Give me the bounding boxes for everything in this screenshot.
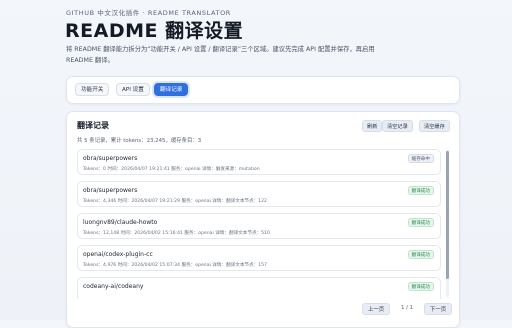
record-repo-name: luongnv89/claude-howto <box>83 219 158 226</box>
record-meta: Tokens：0 时间：2026/04/07 19:21:41 服务：opena… <box>83 167 260 172</box>
prev-page-button[interactable]: 上一页 <box>362 303 391 315</box>
page-description: 将 README 翻译能力拆分为“功能开关 / API 设置 / 翻译记录”三个… <box>66 46 375 64</box>
next-page-button[interactable]: 下一页 <box>424 303 453 315</box>
scrollbar-thumb[interactable] <box>446 151 449 279</box>
records-scrollbar[interactable] <box>446 149 449 297</box>
status-badge: 翻译成功 <box>407 250 434 259</box>
clear-cache-button[interactable]: 清空缓存 <box>419 120 450 132</box>
status-badge: 缓存命中 <box>407 154 434 163</box>
list-item: obra/superpowers Tokens：4,346 时间：2026/04… <box>77 181 441 207</box>
tab-feature-toggle[interactable]: 功能开关 <box>75 83 110 96</box>
tab-api-settings[interactable]: API 设置 <box>116 83 150 96</box>
refresh-button[interactable]: 刷新 <box>362 120 383 132</box>
list-item: luongnv89/claude-howto Tokens：12,148 时间：… <box>77 213 441 239</box>
records-list[interactable]: obra/superpowers Tokens：0 时间：2026/04/07 … <box>77 149 447 299</box>
list-item: codeany-ai/codeany 翻译成功 <box>77 277 441 299</box>
record-repo-name: codeany-ai/codeany <box>83 283 144 290</box>
list-item: obra/superpowers Tokens：0 时间：2026/04/07 … <box>77 149 441 175</box>
page-indicator: 1 / 1 <box>401 305 414 311</box>
status-badge: 翻译成功 <box>407 186 434 195</box>
records-summary: 共 5 条记录，累计 tokens：23,245，缓存条目：3 <box>77 138 202 144</box>
record-repo-name: openai/codex-plugin-cc <box>83 251 153 258</box>
list-item: openai/codex-plugin-cc Tokens：4,976 时间：2… <box>77 245 441 271</box>
status-badge: 翻译成功 <box>407 218 434 227</box>
clear-records-button[interactable]: 清空记录 <box>382 120 413 132</box>
records-panel: 翻译记录 共 5 条记录，累计 tokens：23,245，缓存条目：3 刷新 … <box>66 111 460 328</box>
record-meta: Tokens：4,976 时间：2026/04/02 15:07:34 服务：o… <box>83 263 267 268</box>
tabs-bar: 功能开关 API 设置 翻译记录 <box>66 76 460 104</box>
page-title: README 翻译设置 <box>65 20 244 42</box>
record-meta: Tokens：12,148 时间：2026/04/02 15:16:41 服务：… <box>83 231 270 236</box>
records-panel-title: 翻译记录 <box>77 121 109 130</box>
status-badge: 翻译成功 <box>407 282 434 291</box>
record-meta: Tokens：4,346 时间：2026/04/07 19:21:29 服务：o… <box>83 199 267 204</box>
record-repo-name: obra/superpowers <box>83 155 138 162</box>
record-repo-name: obra/superpowers <box>83 187 138 194</box>
tab-translation-records[interactable]: 翻译记录 <box>154 83 189 96</box>
